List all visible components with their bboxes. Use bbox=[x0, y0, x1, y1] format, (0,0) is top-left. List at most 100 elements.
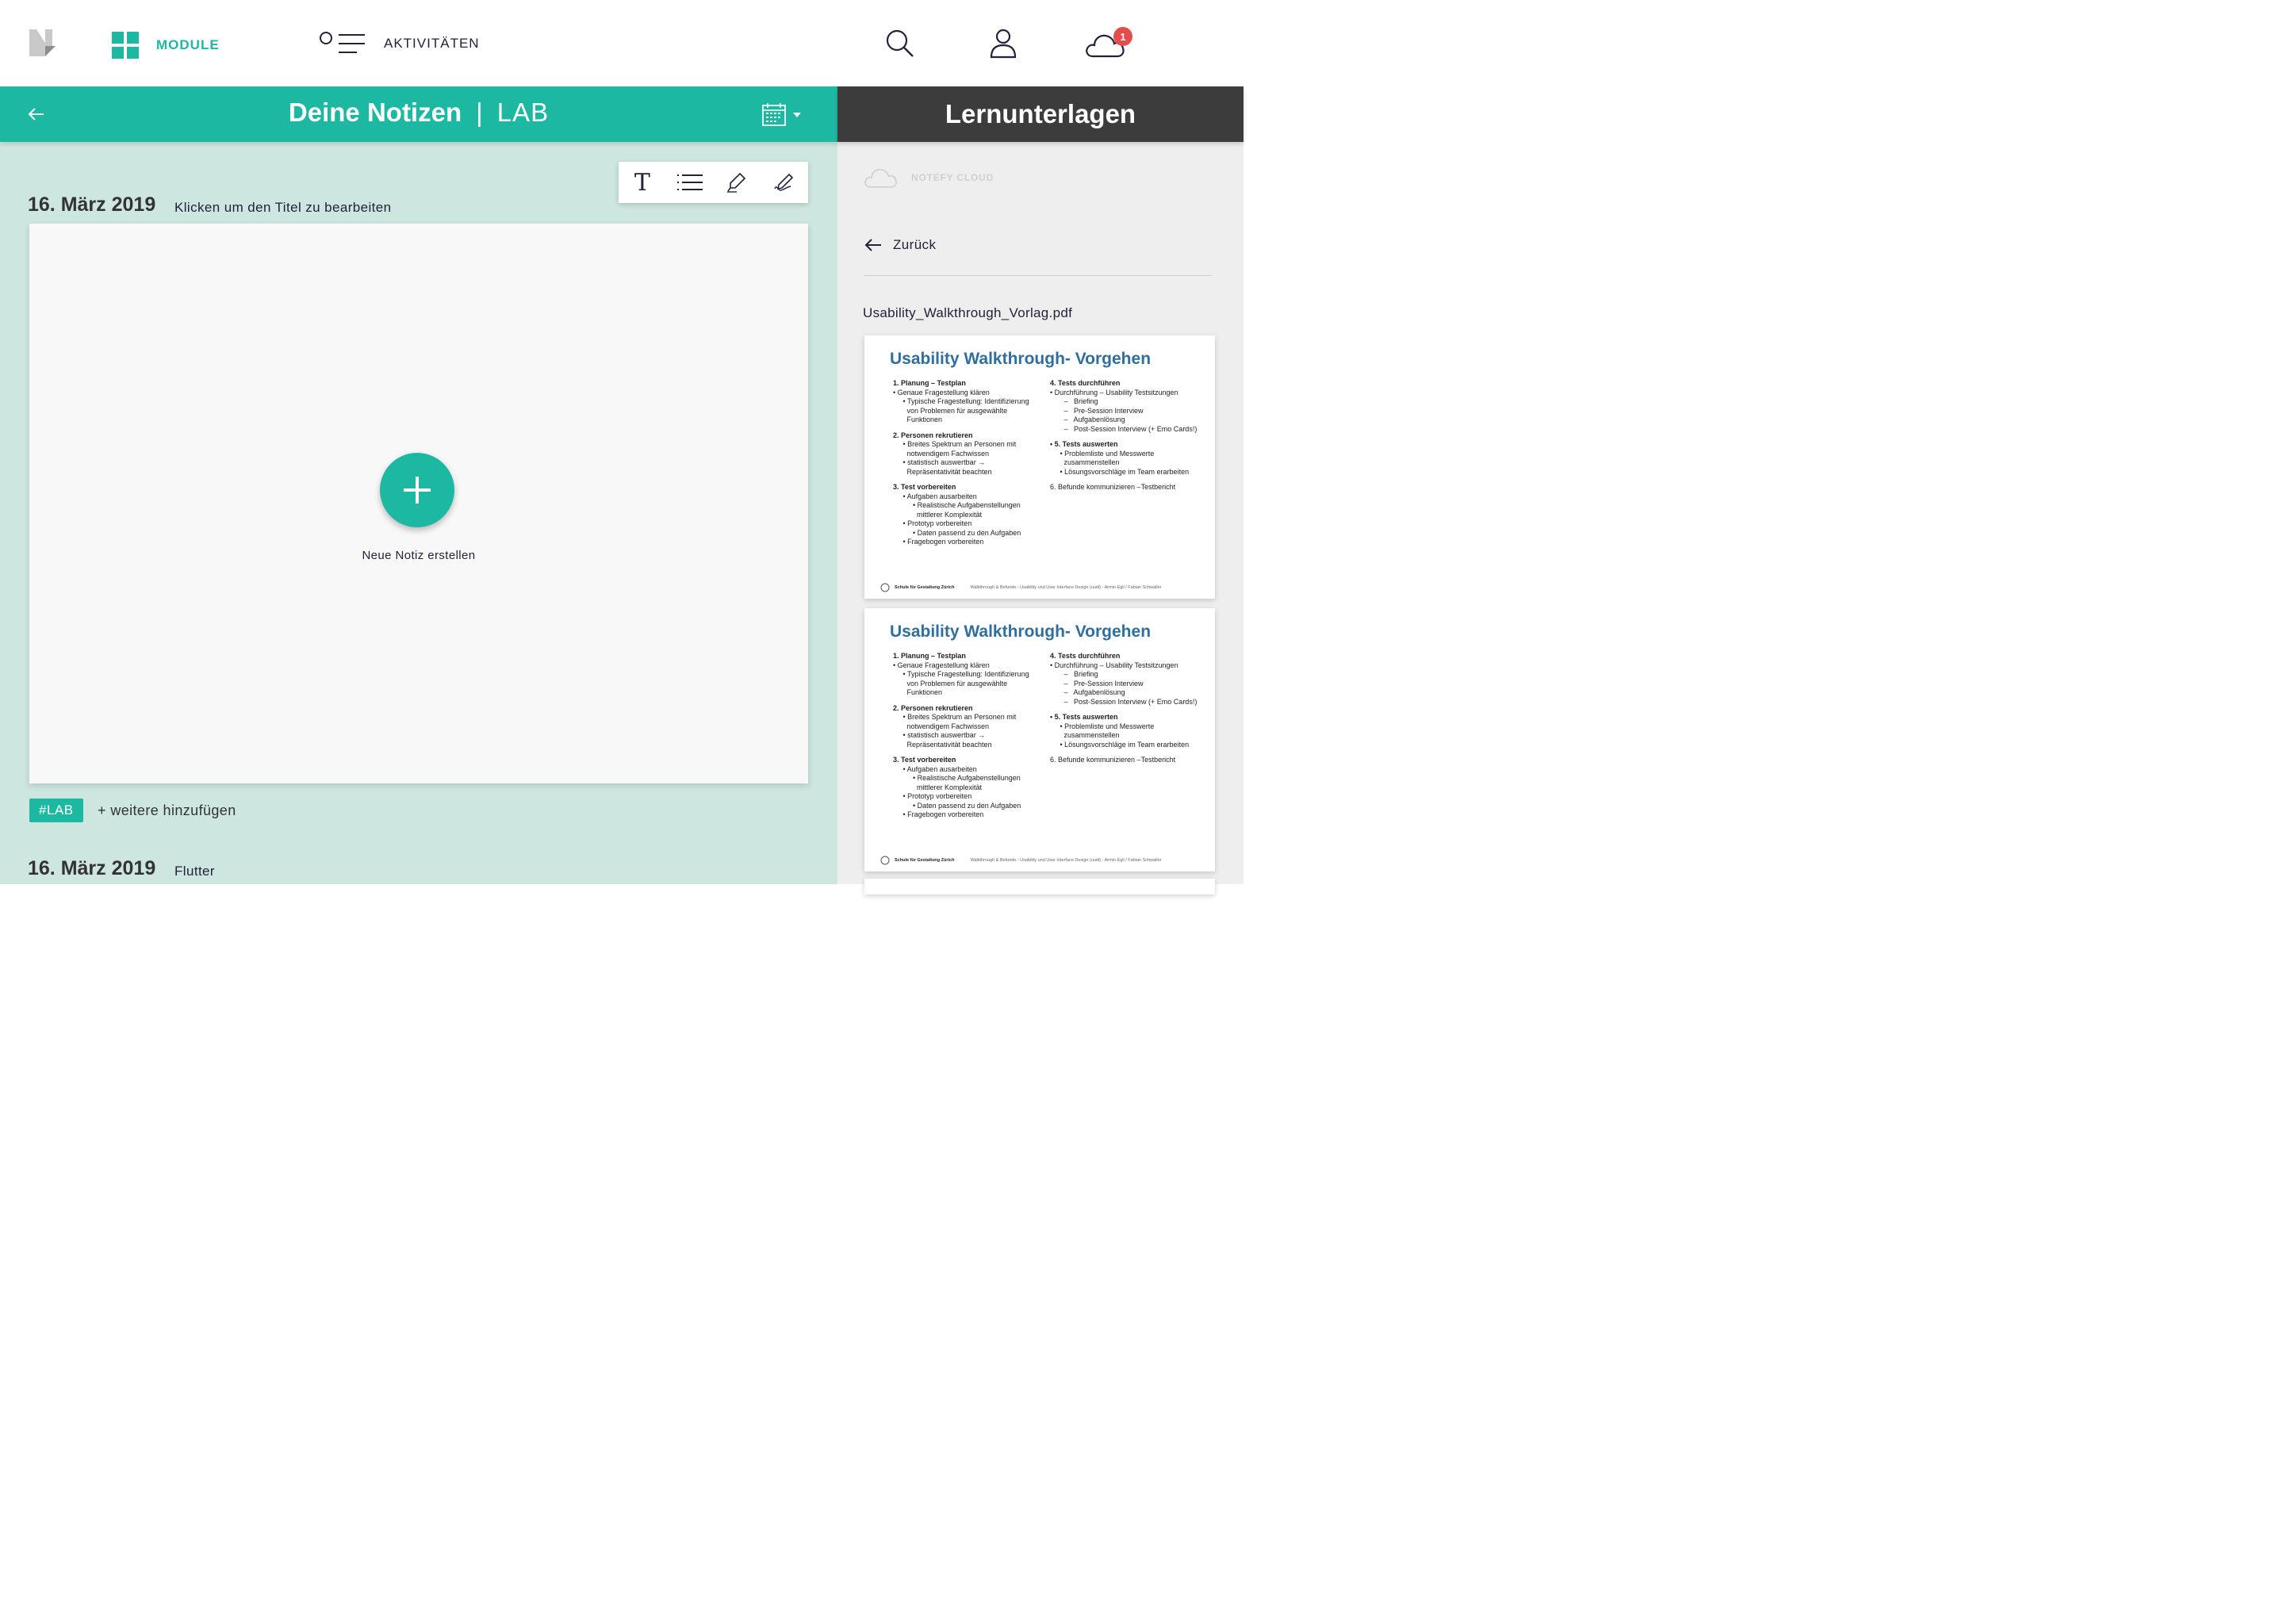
slide-spacer bbox=[893, 477, 1044, 483]
text-tool-icon: T bbox=[634, 168, 650, 197]
add-note-button[interactable] bbox=[380, 453, 454, 527]
slide-left-column: 1. Planung – Testplan • Genaue Fragestell… bbox=[893, 652, 1044, 820]
footer-school: Schule für Gestaltung Zürich bbox=[895, 585, 955, 590]
slide-left-column: 1. Planung – Testplan • Genaue Fragestell… bbox=[893, 379, 1044, 547]
chevron-down-icon bbox=[793, 112, 801, 117]
slide-line: • Prototyp vorbereiten bbox=[893, 792, 972, 801]
cloud-icon bbox=[864, 168, 897, 188]
slide-line: 4. Tests durchführen bbox=[1050, 379, 1121, 387]
slide-line: 4. Tests durchführen bbox=[1050, 652, 1121, 660]
slide-line: – Aufgabenlösung bbox=[1050, 688, 1125, 697]
nav-activities-label: AKTIVITÄTEN bbox=[384, 36, 480, 51]
slide-line: zusammenstellen bbox=[1050, 458, 1120, 467]
plus-icon bbox=[404, 477, 431, 504]
notes-area: T 16. März 2019 Klicken um den Titel zu … bbox=[0, 142, 837, 884]
slide-footer: Schule für Gestaltung Zürich Walkthrough… bbox=[880, 581, 1199, 594]
note-title[interactable]: Klicken um den Titel zu bearbeiten bbox=[174, 200, 391, 216]
add-note-label: Neue Notiz erstellen bbox=[362, 549, 476, 562]
slide-line: • statistisch auswertbar → bbox=[893, 731, 986, 740]
slide-spacer bbox=[893, 425, 1044, 431]
slide-line: • Daten passend zu den Aufgaben bbox=[893, 528, 1021, 537]
slide-line: von Problemen für ausgewählte bbox=[893, 406, 1008, 415]
slide-spacer bbox=[1050, 477, 1209, 483]
arrow-left-icon bbox=[864, 239, 881, 251]
slide-line: Repräsentativität beachten bbox=[893, 740, 992, 749]
pen-tool-button[interactable] bbox=[767, 167, 802, 198]
slide-line: zusammenstellen bbox=[1050, 731, 1120, 740]
slide-line: • Realistische Aufgabenstellungen bbox=[893, 774, 1021, 783]
notes-header: Deine Notizen | LAB bbox=[0, 86, 837, 142]
slide-spacer bbox=[1050, 434, 1209, 440]
tag-badge[interactable]: #LAB bbox=[29, 799, 83, 822]
note-date: 16. März 2019 bbox=[28, 193, 156, 216]
pdf-page-thumbnail-next[interactable] bbox=[864, 879, 1215, 894]
slide-spacer bbox=[893, 698, 1044, 704]
slide-line: – Briefing bbox=[1050, 397, 1098, 406]
note-date-2: 16. März 2019 bbox=[28, 857, 156, 879]
divider bbox=[864, 275, 1212, 276]
slide-line: mittlerer Komplexität bbox=[893, 510, 983, 519]
slide-line: von Problemen für ausgewählte bbox=[893, 679, 1008, 688]
note-title-2[interactable]: Flutter bbox=[174, 864, 215, 879]
slide-line: notwendigem Fachwissen bbox=[893, 449, 990, 458]
slide-line: • 5. Tests auswerten bbox=[1050, 440, 1118, 449]
slide-line: 6. Befunde kommunizieren –Testbericht bbox=[1050, 483, 1176, 492]
search-icon[interactable] bbox=[885, 29, 915, 59]
slide-line: • Aufgaben ausarbeiten bbox=[893, 492, 977, 500]
highlighter-tool-button[interactable] bbox=[719, 167, 754, 198]
page-title: Deine Notizen | LAB bbox=[0, 98, 837, 128]
user-icon[interactable] bbox=[989, 29, 1017, 59]
slide-line: 3. Test vorbereiten bbox=[893, 756, 956, 764]
activities-icon bbox=[320, 32, 365, 53]
header-separator: | bbox=[476, 98, 483, 127]
grid-icon bbox=[112, 32, 139, 59]
side-panel: NOTEFY CLOUD Zurück Usability_Walkthroug… bbox=[837, 142, 1244, 894]
editor-toolbar: T bbox=[619, 162, 808, 203]
slide-line: 2. Personen rekrutieren bbox=[893, 431, 973, 439]
slide-line: • Problemliste und Messwerte bbox=[1050, 722, 1155, 730]
nav-activities[interactable]: AKTIVITÄTEN bbox=[319, 32, 480, 56]
footer-text: Walkthrough & Befunde - Usability und Us… bbox=[970, 585, 1162, 590]
slide-line: • 5. Tests auswerten bbox=[1050, 713, 1118, 722]
slide-footer: Schule für Gestaltung Zürich Walkthrough… bbox=[880, 854, 1199, 867]
back-button[interactable]: Zurück bbox=[864, 237, 936, 253]
slide-title: Usability Walkthrough- Vorgehen bbox=[890, 622, 1152, 641]
back-label: Zurück bbox=[893, 237, 937, 252]
header-title: Deine Notizen bbox=[288, 98, 462, 127]
slide-line: Repräsentativität beachten bbox=[893, 467, 992, 476]
nav-module[interactable]: MODULE bbox=[112, 32, 220, 59]
slide-line: – Aufgabenlösung bbox=[1050, 416, 1125, 424]
header-subtitle: LAB bbox=[496, 98, 550, 127]
slide-line: – Pre-Session Interview bbox=[1050, 406, 1144, 415]
slide-line: • Realistische Aufgabenstellungen bbox=[893, 501, 1021, 510]
calendar-button[interactable] bbox=[761, 102, 801, 127]
list-tool-button[interactable] bbox=[673, 167, 707, 198]
slide-line: • Problemliste und Messwerte bbox=[1050, 449, 1155, 458]
text-tool-button[interactable]: T bbox=[625, 167, 660, 198]
note-canvas[interactable]: Neue Notiz erstellen bbox=[29, 224, 808, 783]
nav-module-label: MODULE bbox=[156, 36, 220, 52]
slide-line: – Pre-Session Interview bbox=[1050, 679, 1144, 688]
side-header: Lernunterlagen bbox=[837, 86, 1244, 142]
slide-line: • statistisch auswertbar → bbox=[893, 458, 986, 467]
slide-line: • Breites Spektrum an Personen mit bbox=[893, 713, 1017, 722]
logo-icon[interactable] bbox=[29, 29, 56, 56]
slide-spacer bbox=[893, 749, 1044, 756]
slide-right-column: 4. Tests durchführen • Durchführung – Usa… bbox=[1050, 379, 1209, 492]
slide-line: • Prototyp vorbereiten bbox=[893, 519, 972, 528]
slide-line: – Post-Session Interview (+ Emo Cards!) bbox=[1050, 424, 1198, 433]
slide-spacer bbox=[1050, 749, 1209, 756]
slide-line: • Genaue Fragestellung klären bbox=[893, 661, 990, 669]
slide-line: 6. Befunde kommunizieren –Testbericht bbox=[1050, 756, 1176, 764]
slide-right-column: 4. Tests durchführen • Durchführung – Usa… bbox=[1050, 652, 1209, 765]
slide-line: • Fragebogen vorbereiten bbox=[893, 538, 984, 546]
notefy-cloud-row[interactable]: NOTEFY CLOUD bbox=[864, 166, 994, 190]
footer-school: Schule für Gestaltung Zürich bbox=[895, 858, 955, 863]
calendar-icon bbox=[762, 103, 786, 126]
pdf-page-thumbnail[interactable]: Usability Walkthrough- Vorgehen 1. Planu… bbox=[864, 335, 1215, 599]
file-name: Usability_Walkthrough_Vorlag.pdf bbox=[863, 305, 1073, 320]
add-tag-link[interactable]: + weitere hinzufügen bbox=[98, 802, 236, 819]
pdf-page-thumbnail[interactable]: Usability Walkthrough- Vorgehen 1. Planu… bbox=[864, 608, 1215, 871]
notification-badge: 1 bbox=[1113, 27, 1132, 46]
school-logo-icon bbox=[880, 856, 890, 865]
